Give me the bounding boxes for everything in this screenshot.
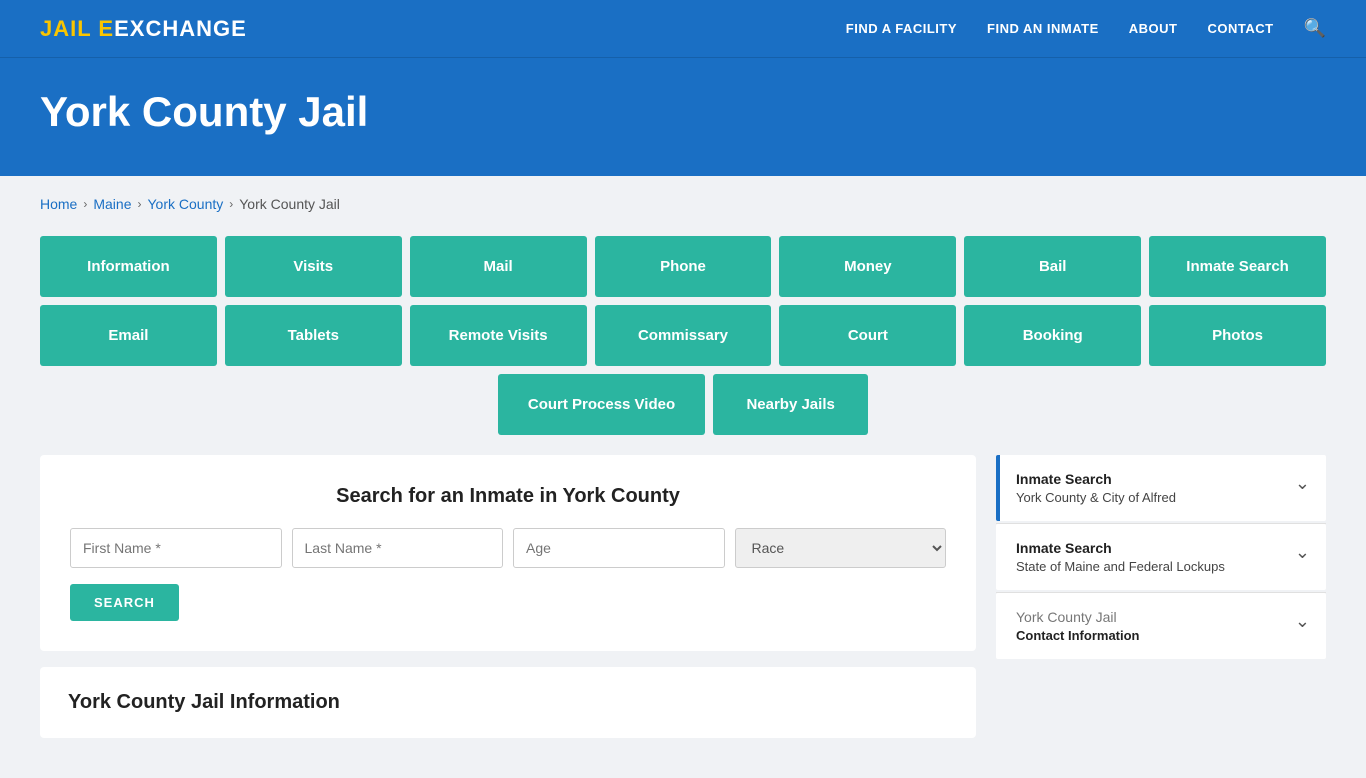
btn-mail[interactable]: Mail xyxy=(410,236,587,297)
sidebar: Inmate Search York County & City of Alfr… xyxy=(996,455,1326,661)
chevron-down-icon-1: ⌄ xyxy=(1295,473,1310,494)
sep1: › xyxy=(83,197,87,211)
sidebar-item-bottom-2: State of Maine and Federal Lockups xyxy=(1016,559,1225,574)
btn-booking[interactable]: Booking xyxy=(964,305,1141,366)
breadcrumb: Home › Maine › York County › York County… xyxy=(40,196,1326,212)
btn-bail[interactable]: Bail xyxy=(964,236,1141,297)
page-title: York County Jail xyxy=(40,88,1326,136)
sidebar-item-bottom-1: York County & City of Alfred xyxy=(1016,490,1176,505)
breadcrumb-home[interactable]: Home xyxy=(40,196,77,212)
grid-section: Information Visits Mail Phone Money Bail… xyxy=(40,236,1326,435)
btn-inmate-search[interactable]: Inmate Search xyxy=(1149,236,1326,297)
logo-x: E xyxy=(98,16,114,41)
sidebar-item-top-1: Inmate Search xyxy=(1016,471,1176,487)
sidebar-item-top-3: York County Jail xyxy=(1016,609,1140,625)
info-section: York County Jail Information xyxy=(40,667,976,738)
main-container: Home › Maine › York County › York County… xyxy=(0,176,1366,778)
nav-links: FIND A FACILITY FIND AN INMATE ABOUT CON… xyxy=(846,18,1326,39)
grid-row2: Email Tablets Remote Visits Commissary C… xyxy=(40,305,1326,366)
sidebar-item-top-2: Inmate Search xyxy=(1016,540,1225,556)
first-name-input[interactable] xyxy=(70,528,282,568)
search-card: Search for an Inmate in York County Race… xyxy=(40,455,976,651)
grid-row3: Court Process Video Nearby Jails xyxy=(40,374,1326,435)
btn-email[interactable]: Email xyxy=(40,305,217,366)
logo-xchange: EXCHANGE xyxy=(114,16,247,41)
breadcrumb-maine[interactable]: Maine xyxy=(93,196,131,212)
sidebar-item-bottom-3: Contact Information xyxy=(1016,628,1140,643)
btn-phone[interactable]: Phone xyxy=(595,236,772,297)
sidebar-item-contact-info[interactable]: York County Jail Contact Information ⌄ xyxy=(996,593,1326,659)
btn-commissary[interactable]: Commissary xyxy=(595,305,772,366)
main-nav: JAIL EEXCHANGE FIND A FACILITY FIND AN I… xyxy=(0,0,1366,58)
btn-information[interactable]: Information xyxy=(40,236,217,297)
info-title: York County Jail Information xyxy=(68,691,948,714)
btn-tablets[interactable]: Tablets xyxy=(225,305,402,366)
chevron-down-icon-2: ⌄ xyxy=(1295,542,1310,563)
sidebar-item-inmate-search-maine[interactable]: Inmate Search State of Maine and Federal… xyxy=(996,524,1326,590)
left-column: Search for an Inmate in York County Race… xyxy=(40,455,976,738)
lower-section: Search for an Inmate in York County Race… xyxy=(40,455,1326,738)
race-select[interactable]: Race White Black Hispanic Asian Other xyxy=(735,528,947,568)
sep3: › xyxy=(229,197,233,211)
search-title: Search for an Inmate in York County xyxy=(70,485,946,508)
logo-jail: JAIL xyxy=(40,16,91,41)
hero-section: York County Jail xyxy=(0,58,1366,176)
sidebar-item-text-1: Inmate Search York County & City of Alfr… xyxy=(1016,471,1176,505)
btn-court-process-video[interactable]: Court Process Video xyxy=(498,374,705,435)
breadcrumb-york-county[interactable]: York County xyxy=(148,196,224,212)
chevron-down-icon-3: ⌄ xyxy=(1295,611,1310,632)
search-button[interactable]: SEARCH xyxy=(70,584,179,621)
logo[interactable]: JAIL EEXCHANGE xyxy=(40,16,247,42)
last-name-input[interactable] xyxy=(292,528,504,568)
find-inmate-link[interactable]: FIND AN INMATE xyxy=(987,21,1099,36)
search-fields: Race White Black Hispanic Asian Other xyxy=(70,528,946,568)
btn-photos[interactable]: Photos xyxy=(1149,305,1326,366)
sidebar-item-inmate-search-york[interactable]: Inmate Search York County & City of Alfr… xyxy=(996,455,1326,521)
sidebar-item-text-3: York County Jail Contact Information xyxy=(1016,609,1140,643)
about-link[interactable]: ABOUT xyxy=(1129,21,1178,36)
search-icon[interactable]: 🔍 xyxy=(1304,18,1326,39)
contact-link[interactable]: CONTACT xyxy=(1207,21,1273,36)
sidebar-item-text-2: Inmate Search State of Maine and Federal… xyxy=(1016,540,1225,574)
btn-nearby-jails[interactable]: Nearby Jails xyxy=(713,374,868,435)
find-facility-link[interactable]: FIND A FACILITY xyxy=(846,21,957,36)
sep2: › xyxy=(138,197,142,211)
btn-remote-visits[interactable]: Remote Visits xyxy=(410,305,587,366)
breadcrumb-current: York County Jail xyxy=(239,196,340,212)
age-input[interactable] xyxy=(513,528,725,568)
btn-money[interactable]: Money xyxy=(779,236,956,297)
btn-court[interactable]: Court xyxy=(779,305,956,366)
grid-row1: Information Visits Mail Phone Money Bail… xyxy=(40,236,1326,297)
btn-visits[interactable]: Visits xyxy=(225,236,402,297)
